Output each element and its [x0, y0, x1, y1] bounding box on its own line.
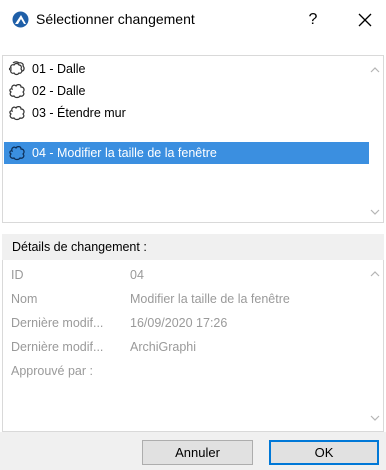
detail-key: Approuvé par : [11, 364, 93, 378]
list-item-label: 01 - Dalle [32, 62, 86, 76]
detail-key: Nom [11, 292, 38, 306]
cloud-icon [9, 106, 25, 121]
cloud-multi-icon [8, 61, 25, 76]
list-item-02[interactable]: 02 - Dalle [4, 80, 369, 102]
dialog-footer: Annuler OK [0, 432, 386, 470]
list-item-03[interactable]: 03 - Étendre mur [4, 102, 369, 124]
list-item-label: 04 - Modifier la taille de la fenêtre [32, 146, 217, 160]
scroll-down-icon[interactable] [369, 412, 381, 424]
detail-key: Dernière modif... [11, 316, 104, 330]
detail-value: ArchiGraphi [130, 340, 196, 354]
details-header-label: Détails de changement : [12, 240, 147, 254]
cancel-button[interactable]: Annuler [142, 440, 253, 465]
details-header: Détails de changement : [2, 234, 384, 260]
changes-list[interactable]: 01 - Dalle 02 - Dalle 03 - Étendre mur 0… [2, 55, 384, 223]
ok-button[interactable]: OK [269, 440, 379, 465]
detail-value: 04 [130, 268, 144, 282]
detail-key: Dernière modif... [11, 340, 104, 354]
list-item-04[interactable]: 04 - Modifier la taille de la fenêtre [4, 142, 369, 164]
scroll-down-icon[interactable] [369, 206, 381, 218]
detail-row-id: ID 04 [3, 265, 363, 285]
scroll-up-icon[interactable] [369, 64, 381, 76]
scroll-up-icon[interactable] [369, 268, 381, 280]
detail-row-approved-by: Approuvé par : [3, 361, 363, 381]
detail-value: Modifier la taille de la fenêtre [130, 292, 290, 306]
list-item-label: 02 - Dalle [32, 84, 86, 98]
cloud-icon [9, 84, 25, 99]
help-button[interactable]: ? [298, 7, 328, 33]
close-button[interactable] [350, 7, 380, 33]
detail-value: 16/09/2020 17:26 [130, 316, 228, 330]
window-title: Sélectionner changement [36, 11, 195, 27]
cloud-icon [9, 146, 25, 161]
archicad-app-icon [12, 11, 29, 28]
detail-row-last-modified-date: Dernière modif... 16/09/2020 17:26 [3, 313, 363, 333]
detail-key: ID [11, 268, 24, 282]
list-item-01[interactable]: 01 - Dalle [4, 58, 369, 80]
details-panel: ID 04 Nom Modifier la taille de la fenêt… [2, 260, 384, 432]
detail-row-name: Nom Modifier la taille de la fenêtre [3, 289, 363, 309]
detail-row-last-modified-by: Dernière modif... ArchiGraphi [3, 337, 363, 357]
title-bar: Sélectionner changement ? [0, 0, 386, 38]
list-item-label: 03 - Étendre mur [32, 106, 126, 120]
close-icon [358, 13, 372, 27]
